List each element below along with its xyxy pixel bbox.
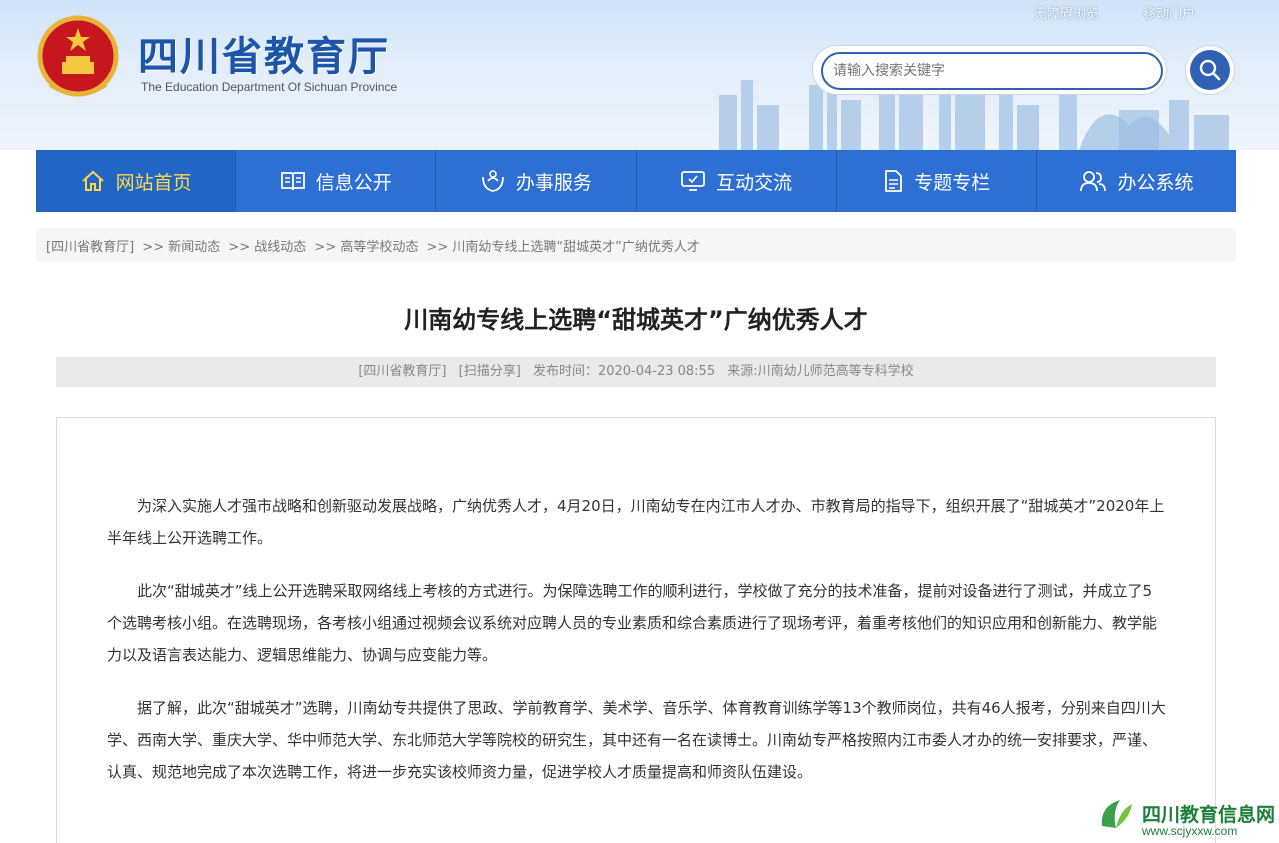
search-icon [1199,59,1221,81]
watermark-title: 四川教育信息网 [1142,804,1276,826]
site-title[interactable]: 四川省教育厅 [138,24,390,82]
home-icon [81,170,104,191]
nav-label: 办事服务 [515,171,592,194]
meta-site-link[interactable]: [四川省教育厅] [358,364,446,379]
nav-item-info-disclosure[interactable]: 信息公开 [236,150,437,212]
monitor-icon [681,171,705,191]
watermark-url: www.scjyxxw.com [1142,824,1238,838]
top-links: 无障碍浏览 移动门户 [994,3,1195,22]
article-meta: [四川省教育厅] [扫描分享] 发布时间：2020-04-23 08:55 来源… [56,357,1216,387]
nav-label: 专题专栏 [914,171,991,194]
document-icon [885,170,903,192]
service-icon [482,170,504,192]
breadcrumb: [四川省教育厅] >> 新闻动态 >> 战线动态 >> 高等学校动态 >> 川南… [36,228,1236,262]
search-button[interactable] [1185,45,1235,95]
nav-label: 办公系统 [1117,171,1194,194]
mobile-portal-link[interactable]: 移动门户 [1143,7,1195,22]
breadcrumb-item[interactable]: >> 高等学校动态 [314,240,418,255]
accessibility-link[interactable]: 无障碍浏览 [1034,7,1099,22]
national-emblem-icon [37,15,119,97]
breadcrumb-item[interactable]: >> 川南幼专线上选聘“甜城英才”广纳优秀人才 [426,240,699,255]
search-box [812,45,1167,95]
breadcrumb-item[interactable]: [四川省教育厅] [46,240,134,255]
breadcrumb-item[interactable]: >> 战线动态 [228,240,306,255]
nav-item-services[interactable]: 办事服务 [436,150,637,212]
nav-label: 互动交流 [716,171,793,194]
search-input[interactable] [821,52,1163,90]
book-icon [280,172,305,191]
users-icon [1080,171,1107,192]
meta-publish-time: 发布时间：2020-04-23 08:55 [532,364,716,379]
main-nav: 网站首页 信息公开 办事服务 互动交流 专题专栏 办公系统 [36,150,1236,212]
nav-label: 网站首页 [115,171,192,194]
nav-item-home[interactable]: 网站首页 [36,150,237,212]
meta-source: 来源:川南幼儿师范高等专科学校 [727,364,914,379]
nav-label: 信息公开 [315,171,392,194]
nav-item-special-topics[interactable]: 专题专栏 [837,150,1037,212]
meta-share-link[interactable]: [扫描分享] [459,364,521,379]
nav-item-interaction[interactable]: 互动交流 [637,150,837,212]
breadcrumb-item[interactable]: >> 新闻动态 [142,240,220,255]
article-title: 川南幼专线上选聘“甜城英才”广纳优秀人才 [404,306,868,334]
nav-item-office-system[interactable]: 办公系统 [1037,150,1236,212]
article-paragraph: 为深入实施人才强市战略和创新驱动发展战略，广纳优秀人才，4月20日，川南幼专在内… [107,497,1165,547]
site-subtitle: The Education Department Of Sichuan Prov… [141,80,398,94]
article-paragraph: 此次“甜城英才”线上公开选聘采取网络线上考核的方式进行。为保障选聘工作的顺利进行… [107,582,1158,664]
article-paragraph: 据了解，此次“甜城英才”选聘，川南幼专共提供了思政、学前教育学、美术学、音乐学、… [107,699,1166,781]
